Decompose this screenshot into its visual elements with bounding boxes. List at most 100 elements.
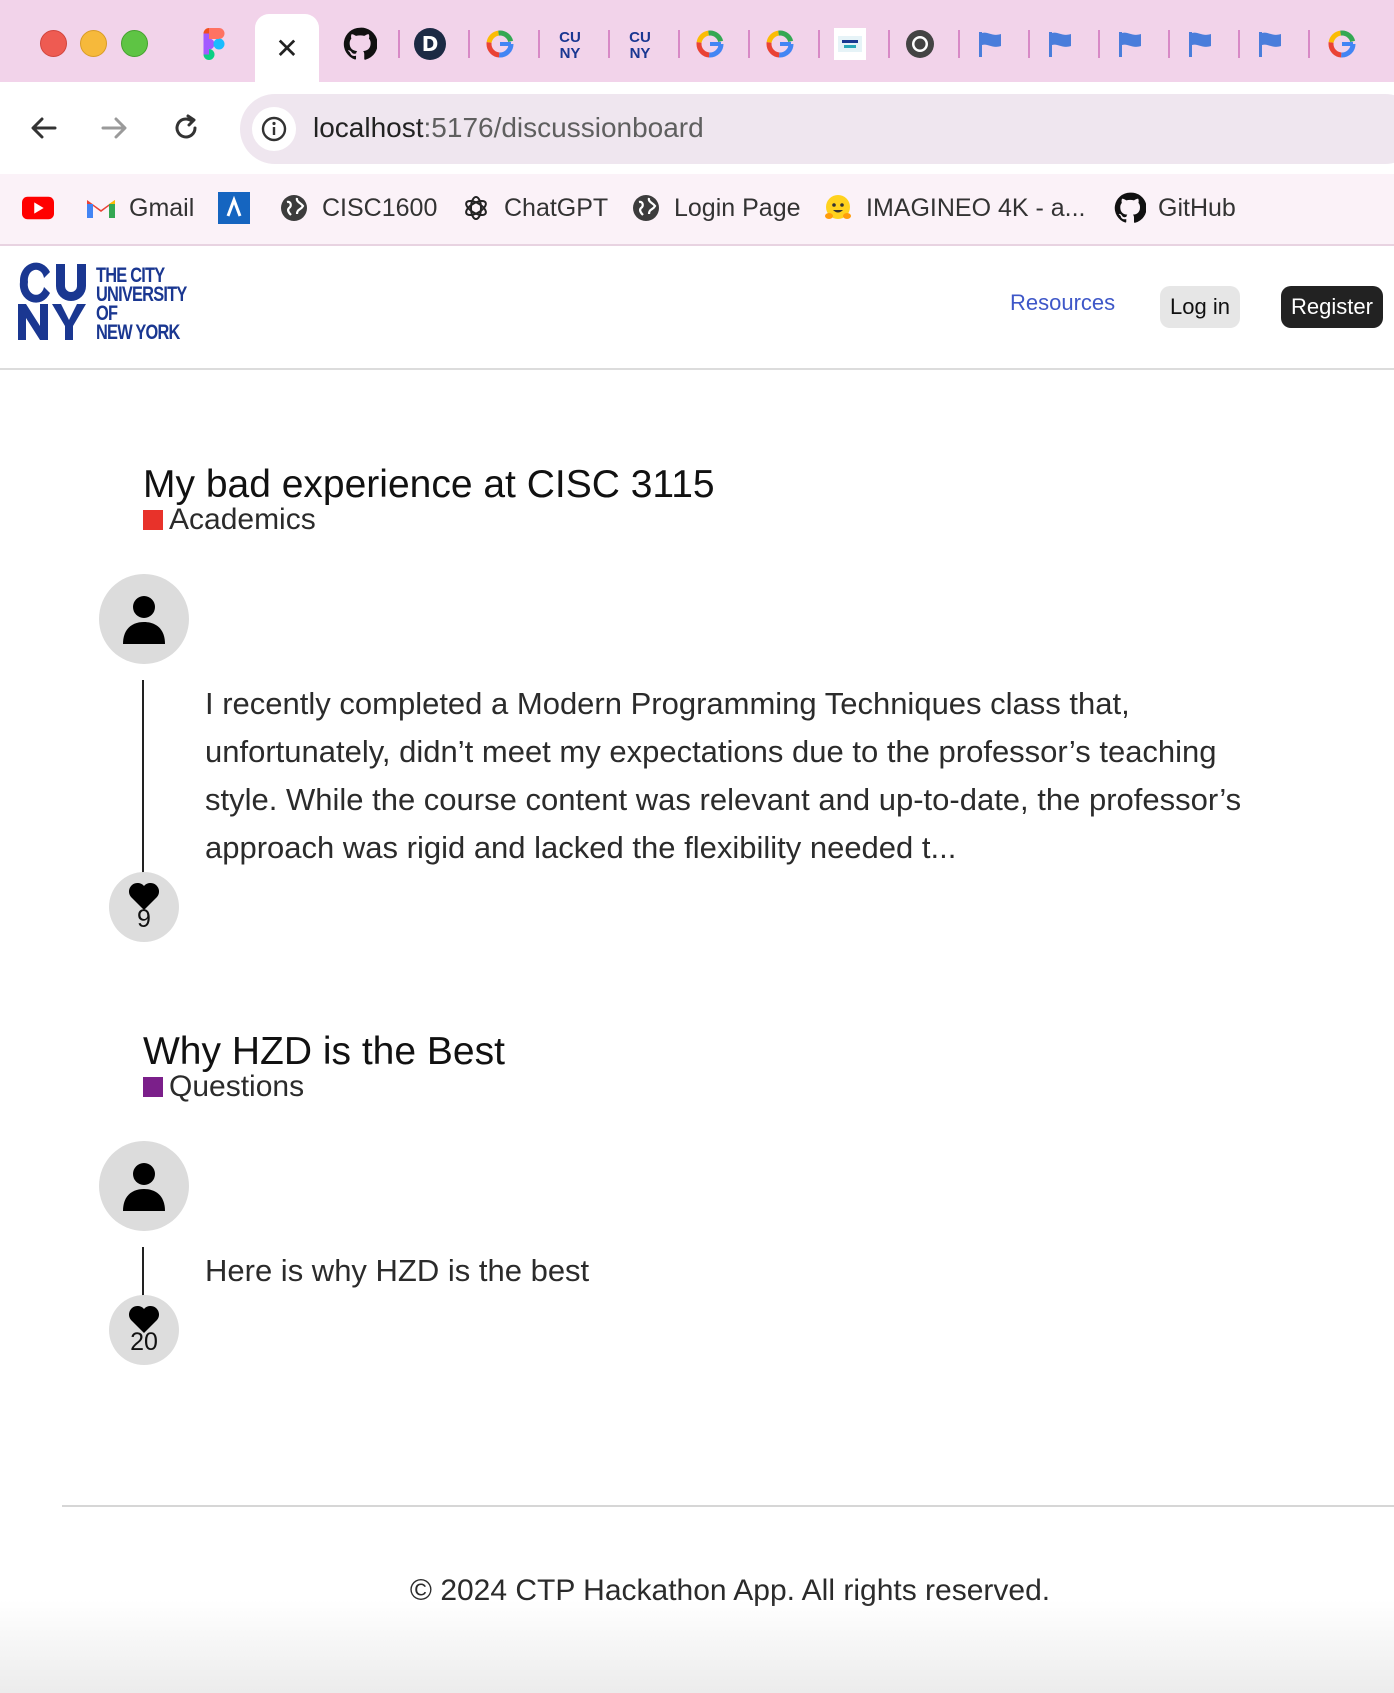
like-button[interactable]: 20 (109, 1295, 179, 1365)
bookmarks-bar: Gmail CISC1600 ChatGPT Login Page IMAGIN… (0, 174, 1394, 246)
cuny-logo-text: THE CITY UNIVERSITY OF NEW YORK (96, 265, 187, 344)
tab-active-discussionboard[interactable]: ✕ (255, 14, 319, 82)
site-info-button[interactable] (252, 107, 296, 151)
category-color-swatch (143, 1077, 163, 1097)
post-body: I recently completed a Modern Programmin… (205, 686, 1242, 865)
login-button[interactable]: Log in (1160, 286, 1240, 328)
flag-icon (1189, 32, 1211, 57)
google-icon (486, 30, 514, 58)
nav-resources-link[interactable]: Resources (1010, 290, 1115, 316)
tab-flag-2[interactable] (1038, 22, 1082, 66)
url-path: :5176/discussionboard (423, 112, 704, 143)
svg-text:D: D (422, 32, 439, 56)
tab-google-4[interactable] (1320, 22, 1364, 66)
tab-cuny[interactable]: CU NY (548, 22, 592, 66)
tab-flag-3[interactable] (1108, 22, 1152, 66)
back-button[interactable] (18, 102, 70, 154)
cuny-logo[interactable]: THE CITY UNIVERSITY OF NEW YORK (16, 262, 206, 344)
flag-icon (1119, 32, 1141, 57)
tab-cuny-2[interactable]: CU NY (618, 22, 662, 66)
flag-icon (1049, 32, 1071, 57)
window-minimize-button[interactable] (80, 30, 107, 57)
tab-d[interactable]: D (408, 22, 452, 66)
post-title[interactable]: My bad experience at CISC 3115 (143, 463, 715, 507)
bookmark-label: Login Page (674, 193, 801, 222)
reload-icon (175, 114, 197, 139)
google-icon (766, 30, 794, 58)
reload-button[interactable] (160, 102, 212, 154)
bookmark-label: IMAGINEO 4K - a... (866, 193, 1086, 222)
google-icon (1328, 30, 1356, 58)
bookmark-label: GitHub (1158, 193, 1236, 222)
gmail-icon (85, 192, 117, 224)
logo-line: NEW YORK (96, 321, 180, 344)
bookmark-archbee[interactable] (218, 186, 250, 230)
tab-figma[interactable] (192, 22, 236, 66)
category-color-swatch (143, 510, 163, 530)
tab-google[interactable] (478, 22, 522, 66)
thread-line (142, 680, 144, 875)
category-label: Academics (169, 503, 316, 536)
url-text[interactable]: localhost:5176/discussionboard (313, 112, 704, 144)
bookmark-github[interactable]: GitHub (1114, 186, 1236, 230)
globe-icon (278, 192, 310, 224)
google-icon (696, 30, 724, 58)
browser-tab-bar: ✕ D CU NY CU NY (0, 0, 1394, 82)
bookmark-cisc1600[interactable]: CISC1600 (278, 186, 437, 230)
window-close-button[interactable] (40, 30, 67, 57)
window-maximize-button[interactable] (121, 30, 148, 57)
close-icon[interactable]: ✕ (275, 32, 298, 65)
cuny-logo-mark (18, 262, 86, 340)
d-logo-icon: D (414, 28, 446, 60)
svg-text:NY: NY (630, 45, 651, 61)
post-body: Here is why HZD is the best (205, 1253, 590, 1288)
tab-flag-4[interactable] (1178, 22, 1222, 66)
forward-button[interactable] (88, 102, 140, 154)
browser-toolbar: localhost:5176/discussionboard (0, 82, 1394, 174)
figma-icon (203, 28, 225, 60)
footer-divider (62, 1505, 1394, 1507)
tab-flag-5[interactable] (1248, 22, 1292, 66)
hugging-face-icon (822, 192, 854, 224)
github-icon (343, 27, 377, 60)
thread-line (142, 1247, 144, 1297)
tab-github[interactable] (338, 22, 382, 66)
post-category[interactable]: Questions (143, 1070, 304, 1104)
site-header: THE CITY UNIVERSITY OF NEW YORK Resource… (0, 246, 1394, 370)
tab-google-2[interactable] (688, 22, 732, 66)
bookmark-label: CISC1600 (322, 193, 438, 222)
bookmark-login-page[interactable]: Login Page (630, 186, 801, 230)
arrow-right-icon (101, 117, 127, 139)
tab-chrome[interactable] (898, 22, 942, 66)
healthy-cuny-icon (834, 28, 866, 60)
chatgpt-icon (460, 192, 492, 224)
youtube-icon (22, 192, 54, 224)
post-category[interactable]: Academics (143, 503, 316, 537)
bookmark-chatgpt[interactable]: ChatGPT (460, 186, 608, 230)
register-button[interactable]: Register (1281, 286, 1383, 328)
globe-icon (630, 192, 662, 224)
post-title[interactable]: Why HZD is the Best (143, 1030, 505, 1074)
author-avatar[interactable] (99, 1141, 189, 1231)
tab-flag-1[interactable] (968, 22, 1012, 66)
like-count: 20 (130, 1328, 158, 1356)
author-avatar[interactable] (99, 574, 189, 664)
address-bar[interactable]: localhost:5176/discussionboard (240, 94, 1394, 164)
bookmark-youtube[interactable] (22, 186, 54, 230)
svg-text:CU: CU (559, 29, 581, 46)
bookmark-gmail[interactable]: Gmail (85, 186, 194, 230)
tab-google-3[interactable] (758, 22, 802, 66)
info-icon (261, 116, 287, 142)
github-icon (1114, 192, 1146, 224)
window-bottom-shadow (0, 1600, 1394, 1693)
user-icon (123, 596, 165, 644)
arrow-left-icon (31, 117, 57, 139)
bookmark-label: Gmail (129, 193, 195, 222)
like-button[interactable]: 9 (109, 872, 179, 942)
flag-icon (979, 32, 1001, 57)
cuny-icon: CUNY (559, 29, 581, 61)
tab-healthy-cuny[interactable] (828, 22, 872, 66)
bookmark-imagineo[interactable]: IMAGINEO 4K - a... (822, 186, 1086, 230)
like-count: 9 (137, 905, 151, 933)
category-label: Questions (169, 1070, 305, 1103)
